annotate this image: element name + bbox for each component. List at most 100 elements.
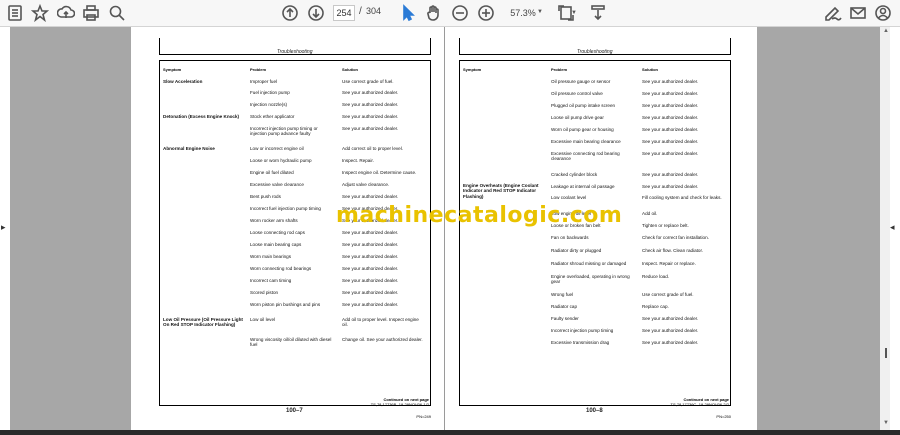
page-separator: / bbox=[359, 6, 362, 17]
zoom-icon[interactable] bbox=[107, 3, 127, 23]
table-cell-solution: See your authorized dealer. bbox=[342, 290, 399, 295]
page-header: Troubleshooting bbox=[277, 49, 313, 55]
scroll-thumb[interactable] bbox=[885, 348, 887, 358]
up-icon[interactable] bbox=[280, 3, 300, 23]
table-cell-solution: See your authorized dealer. bbox=[642, 127, 699, 132]
table-cell-problem: Wrong viscosity oil/oil diluted with die… bbox=[250, 337, 332, 348]
table-cell-problem: Worn rocker arm shafts bbox=[250, 218, 298, 223]
table-cell-solution: See your authorized dealer. bbox=[642, 316, 699, 321]
scroll-up-icon[interactable]: ▲ bbox=[883, 28, 889, 34]
table-cell-solution: See your authorized dealer. bbox=[642, 139, 699, 144]
column-header-solution: Solution bbox=[642, 67, 658, 72]
table-cell-solution: See your authorized dealer. bbox=[342, 126, 399, 131]
down-icon[interactable] bbox=[306, 3, 326, 23]
vertical-scrollbar[interactable] bbox=[880, 27, 890, 430]
table-cell-problem: Bent push rods bbox=[250, 194, 281, 199]
table-cell-problem: Oil pressure gauge or sensor bbox=[551, 79, 611, 84]
page-header: Troubleshooting bbox=[577, 49, 613, 55]
table-cell-symptom: Engine Overheats (Engine Coolant Indicat… bbox=[463, 183, 539, 199]
table-cell-solution: See your authorized dealer. bbox=[342, 194, 399, 199]
table-cell-problem: Worn connecting rod bearings bbox=[250, 266, 312, 271]
star-icon[interactable] bbox=[30, 3, 50, 23]
table-cell-solution: Tighten or replace belt. bbox=[642, 223, 689, 228]
hand-icon[interactable] bbox=[424, 3, 444, 23]
chevron-down-icon[interactable]: ▼ bbox=[570, 3, 578, 23]
table-cell-problem: Scored piston bbox=[250, 290, 279, 295]
header-rule bbox=[459, 38, 460, 55]
page-total: 304 bbox=[366, 6, 382, 16]
table-cell-solution: See your authorized dealer. bbox=[642, 328, 699, 333]
cursor-icon[interactable] bbox=[398, 3, 418, 23]
table-cell-solution: Add oil to proper level. Inspect engine … bbox=[342, 317, 419, 328]
table-cell-solution: Use correct grade of fuel. bbox=[642, 292, 694, 297]
table-cell-solution: See your authorized dealer. bbox=[342, 230, 399, 235]
table-frame bbox=[459, 60, 731, 406]
minus-icon[interactable] bbox=[450, 3, 470, 23]
table-cell-solution: See your authorized dealer. bbox=[642, 79, 699, 84]
header-rule bbox=[159, 38, 160, 55]
table-cell-solution: Check for correct fan installation. bbox=[642, 235, 709, 240]
table-cell-problem: Incorrect injection pump timing or injec… bbox=[250, 126, 318, 137]
table-cell-problem: Radiator shroud missing or damaged bbox=[551, 261, 627, 266]
table-cell-solution: Change oil. See your authorized dealer. bbox=[342, 337, 423, 342]
table-cell-solution: See your authorized dealer. bbox=[642, 103, 699, 108]
table-cell-solution: See your authorized dealer. bbox=[342, 254, 399, 259]
table-cell-problem: Engine oil fuel diluted bbox=[250, 170, 294, 175]
table-cell-problem: Fuel injection pump bbox=[250, 90, 290, 95]
table-cell-problem: Loose oil pump drive gear bbox=[551, 115, 604, 120]
table-cell-solution: See your authorized dealer. bbox=[642, 184, 699, 189]
table-cell-problem: Cracked cylinder block bbox=[551, 172, 598, 177]
column-header-symptom: Symptom bbox=[463, 67, 482, 72]
watermark-text: machinecatalogic.com bbox=[336, 203, 623, 228]
page-number-input[interactable]: 254 bbox=[333, 5, 355, 21]
table-cell-symptom: Detonation (Excess Engine Knock) bbox=[163, 114, 240, 119]
table-cell-solution: See your authorized dealer. bbox=[642, 91, 699, 96]
doc-code: TS,78,17736B -19-29NOV06-1/2 bbox=[370, 402, 429, 407]
table-cell-symptom: Slow Acceleration bbox=[163, 79, 203, 84]
table-cell-problem: Fan on backwards bbox=[551, 235, 589, 240]
table-cell-solution: See your authorized dealer. bbox=[342, 242, 399, 247]
table-cell-problem: Excessive connecting rod bearing clearan… bbox=[551, 151, 620, 162]
page-number: 100–7 bbox=[286, 408, 303, 414]
table-cell-problem: Injection nozzle(s) bbox=[250, 102, 288, 107]
table-cell-problem: Incorrect cam timing bbox=[250, 278, 292, 283]
page-ref: PN=250 bbox=[716, 414, 731, 419]
header-rule bbox=[430, 38, 431, 55]
page-ref: PN=249 bbox=[416, 414, 431, 419]
chevron-down-icon[interactable]: ▼ bbox=[537, 9, 543, 15]
table-cell-solution: Reduce load. bbox=[642, 274, 670, 279]
table-cell-problem: Radiator cap bbox=[551, 304, 578, 309]
column-header-problem: Problem bbox=[250, 67, 267, 72]
table-cell-solution: Replace cap. bbox=[642, 304, 669, 309]
table-cell-solution: Inspect. Repair. bbox=[342, 158, 374, 163]
table-cell-solution: See your authorized dealer. bbox=[342, 90, 399, 95]
table-cell-problem: Worn oil pump gear or housing bbox=[551, 127, 614, 132]
table-cell-problem: Loose main bearing caps bbox=[250, 242, 302, 247]
table-cell-solution: Add correct oil to proper level. bbox=[342, 146, 404, 151]
table-cell-problem: Worn piston pin bushings and pins bbox=[250, 302, 321, 307]
table-cell-solution: Use correct grade of fuel. bbox=[342, 79, 394, 84]
table-cell-symptom: Low Oil Pressure (Oil Pressure Light On … bbox=[163, 317, 243, 328]
fit-height-icon[interactable] bbox=[588, 3, 608, 23]
table-cell-problem: Improper fuel bbox=[250, 79, 278, 84]
table-cell-problem: Faulty sender bbox=[551, 316, 579, 321]
table-cell-solution: See your authorized dealer. bbox=[342, 114, 399, 119]
column-header-solution: Solution bbox=[342, 67, 358, 72]
bookmark-icon[interactable] bbox=[5, 3, 25, 23]
right-arrow-icon[interactable]: ◂ bbox=[890, 222, 895, 233]
page-left: Troubleshooting Symptom Problem Solution… bbox=[131, 27, 444, 430]
sign-icon[interactable] bbox=[823, 3, 843, 23]
left-arrow-icon[interactable]: ▸ bbox=[1, 222, 6, 233]
plus-icon[interactable] bbox=[476, 3, 496, 23]
scroll-down-icon[interactable]: ▼ bbox=[883, 420, 889, 426]
account-icon[interactable] bbox=[873, 3, 893, 23]
print-icon[interactable] bbox=[81, 3, 101, 23]
table-cell-solution: Adjust valve clearance. bbox=[342, 182, 390, 187]
table-cell-problem: Engine overloaded, operating in wrong ge… bbox=[551, 274, 630, 285]
viewer-margin-left bbox=[10, 27, 131, 430]
viewer-margin-right bbox=[757, 27, 880, 430]
table-cell-problem: Loose or worn hydraulic pump bbox=[250, 158, 312, 163]
upload-icon[interactable] bbox=[56, 3, 76, 23]
mail-icon[interactable] bbox=[848, 3, 868, 23]
table-cell-problem: Low coolant level bbox=[551, 195, 587, 200]
